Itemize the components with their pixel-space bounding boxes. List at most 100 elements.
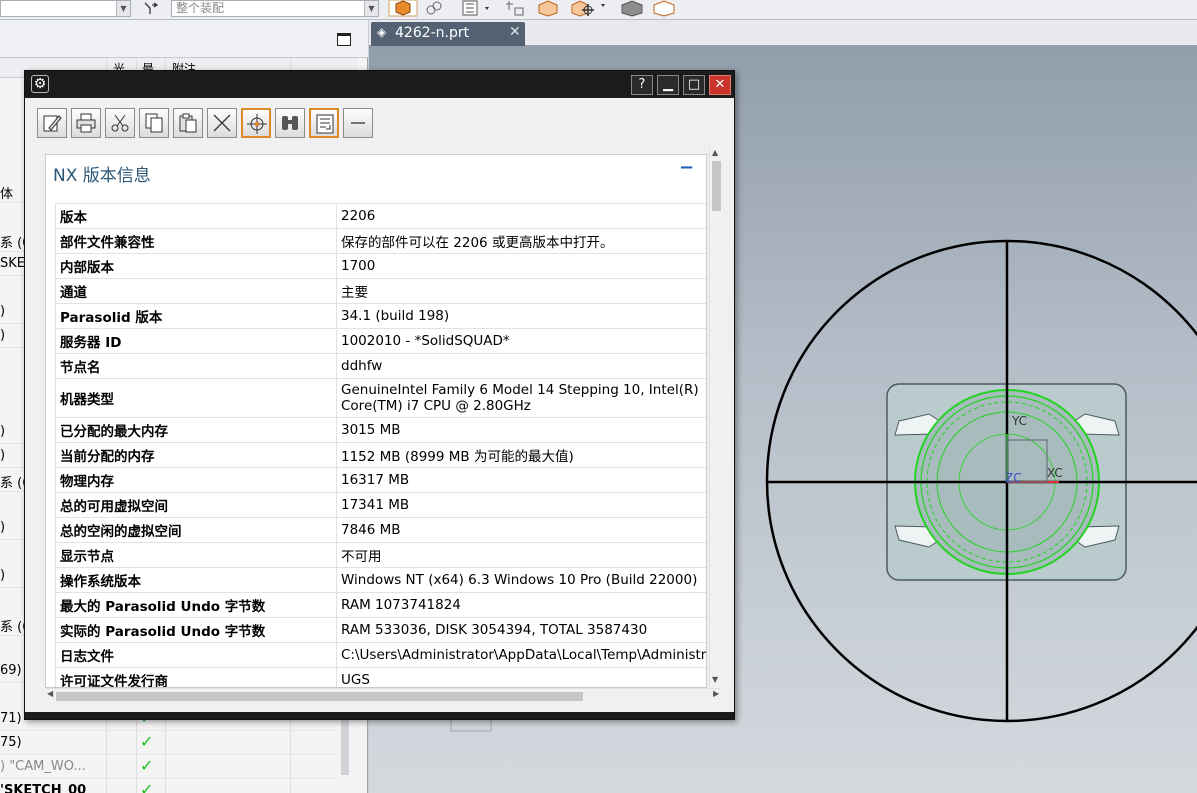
list-item[interactable]: 'SKETCH_00 ✓ xyxy=(0,779,336,793)
snap-icon[interactable] xyxy=(503,0,527,17)
maximize-button[interactable]: □ xyxy=(683,75,705,95)
table-row: 总的空闲的虚拟空间 7846 MB xyxy=(55,517,706,543)
scroll-up-icon[interactable]: ▲ xyxy=(712,148,718,157)
copy-button[interactable] xyxy=(139,108,169,138)
info-key: 最大的 Parasolid Undo 字节数 xyxy=(55,592,337,618)
info-key: Parasolid 版本 xyxy=(55,303,337,329)
wrap-button[interactable] xyxy=(309,108,339,138)
horizontal-scrollbar[interactable]: ◀ ▶ xyxy=(45,688,722,702)
table-row: 实际的 Parasolid Undo 字节数 RAM 533036, DISK 3… xyxy=(55,617,706,643)
scroll-thumb[interactable] xyxy=(56,692,583,701)
info-value: C:\Users\Administrator\AppData\Local\Tem… xyxy=(336,642,706,668)
tab-label: 4262-n.prt xyxy=(395,25,470,41)
minus-icon xyxy=(351,122,365,124)
select-target-button[interactable] xyxy=(241,108,271,138)
paste-icon xyxy=(179,113,197,133)
assembly-scope-combo[interactable]: 整个装配 ▼ xyxy=(171,0,379,17)
info-value: RAM 533036, DISK 3054394, TOTAL 3587430 xyxy=(336,617,706,643)
table-row: 操作系统版本 Windows NT (x64) 6.3 Windows 10 Pr… xyxy=(55,567,706,593)
info-value: 1700 xyxy=(336,253,706,279)
info-key: 日志文件 xyxy=(55,642,337,668)
table-row: 节点名 ddhfw xyxy=(55,353,706,379)
csys-icon[interactable] xyxy=(568,0,608,17)
chevron-down-icon[interactable]: ▼ xyxy=(116,1,130,16)
top-toolbar: ▼ 整个装配 ▼ xyxy=(0,0,1197,20)
collapse-button[interactable]: − xyxy=(679,157,694,178)
vertical-scrollbar[interactable]: ▲ ▼ xyxy=(709,147,722,688)
find-button[interactable] xyxy=(275,108,305,138)
paste-button[interactable] xyxy=(173,108,203,138)
shaded-cube-icon[interactable] xyxy=(619,0,645,17)
list-item[interactable]: ) "CAM_WO... ✓ xyxy=(0,755,336,779)
info-content: NX 版本信息 − 版本 2206 部件文件兼容性 保存的部件可以在 2206 或更高… xyxy=(45,154,707,688)
scroll-right-icon[interactable]: ▶ xyxy=(713,689,719,698)
delete-icon xyxy=(213,114,231,132)
help-button[interactable]: ? xyxy=(631,75,653,95)
info-value: 7846 MB xyxy=(336,517,706,543)
dialog-titlebar[interactable]: ⚙ ? ▁ □ ✕ xyxy=(25,71,734,98)
table-row: 物理内存 16317 MB xyxy=(55,467,706,493)
info-value: 3015 MB xyxy=(336,417,706,443)
link-icon[interactable] xyxy=(425,0,443,17)
check-icon: ✓ xyxy=(140,732,154,751)
info-value: ddhfw xyxy=(336,353,706,379)
filter-icon[interactable] xyxy=(142,0,160,17)
table-row: 日志文件 C:\Users\Administrator\AppData\Local… xyxy=(55,642,706,668)
minus-button[interactable] xyxy=(343,108,373,138)
close-button[interactable]: ✕ xyxy=(709,75,731,95)
edit-button[interactable] xyxy=(37,108,67,138)
minimize-button[interactable]: ▁ xyxy=(657,75,679,95)
scroll-left-icon[interactable]: ◀ xyxy=(47,689,53,698)
close-icon[interactable]: ✕ xyxy=(509,24,521,40)
info-key: 已分配的最大内存 xyxy=(55,417,337,443)
find-icon xyxy=(282,116,298,130)
scroll-down-icon[interactable]: ▼ xyxy=(712,675,718,684)
table-row: 总的可用虚拟空间 17341 MB xyxy=(55,492,706,518)
assembly-scope-value: 整个装配 xyxy=(176,1,225,15)
filter-combo[interactable]: ▼ xyxy=(0,0,131,17)
document-tabbar: ◈ 4262-n.prt ✕ xyxy=(369,20,1197,46)
info-value: 34.1 (build 198) xyxy=(336,303,706,329)
dialog-bottom-bar xyxy=(25,712,734,719)
tree-icon[interactable] xyxy=(461,0,495,17)
info-key: 显示节点 xyxy=(55,542,337,568)
table-row: 内部版本 1700 xyxy=(55,253,706,279)
info-key: 通道 xyxy=(55,278,337,304)
info-value: 主要 xyxy=(336,278,706,304)
info-value: RAM 1073741824 xyxy=(336,592,706,618)
edit-icon xyxy=(43,115,62,132)
info-key: 当前分配的内存 xyxy=(55,442,337,468)
info-dialog: ⚙ ? ▁ □ ✕ NX 版本信息 − 版本 2206 部件文件兼容性 保存的部… xyxy=(24,70,735,720)
info-key: 操作系统版本 xyxy=(55,567,337,593)
gear-icon[interactable]: ⚙ xyxy=(31,75,49,93)
part-icon[interactable] xyxy=(388,0,418,17)
info-key: 部件文件兼容性 xyxy=(55,228,337,254)
info-key: 节点名 xyxy=(55,353,337,379)
table-row: 显示节点 不可用 xyxy=(55,542,706,568)
info-value: GenuineIntel Family 6 Model 14 Stepping … xyxy=(336,378,706,418)
table-row: 当前分配的内存 1152 MB (8999 MB 为可能的最大值) xyxy=(55,442,706,468)
info-value: UGS xyxy=(336,667,706,687)
wrap-icon xyxy=(316,114,334,134)
info-key: 版本 xyxy=(55,203,337,229)
info-value: 不可用 xyxy=(336,542,706,568)
info-value: 16317 MB xyxy=(336,467,706,493)
delete-button[interactable] xyxy=(207,108,237,138)
chevron-down-icon[interactable]: ▼ xyxy=(364,1,378,16)
maximize-icon[interactable] xyxy=(337,33,351,46)
info-key: 内部版本 xyxy=(55,253,337,279)
info-key: 总的空闲的虚拟空间 xyxy=(55,517,337,543)
table-row: 部件文件兼容性 保存的部件可以在 2206 或更高版本中打开。 xyxy=(55,228,706,254)
cut-button[interactable] xyxy=(105,108,135,138)
print-button[interactable] xyxy=(71,108,101,138)
print-icon xyxy=(76,113,96,133)
tab-4262-n-prt[interactable]: ◈ 4262-n.prt ✕ xyxy=(371,22,525,46)
info-value: 1152 MB (8999 MB 为可能的最大值) xyxy=(336,442,706,468)
list-item[interactable]: 75) ✓ xyxy=(0,731,336,755)
box-icon[interactable] xyxy=(535,0,561,17)
scroll-thumb[interactable] xyxy=(712,161,721,211)
check-icon: ✓ xyxy=(140,756,154,775)
wireframe-cube-icon[interactable] xyxy=(651,0,677,17)
info-key: 机器类型 xyxy=(55,378,337,418)
yc-label: YC xyxy=(1011,414,1027,428)
